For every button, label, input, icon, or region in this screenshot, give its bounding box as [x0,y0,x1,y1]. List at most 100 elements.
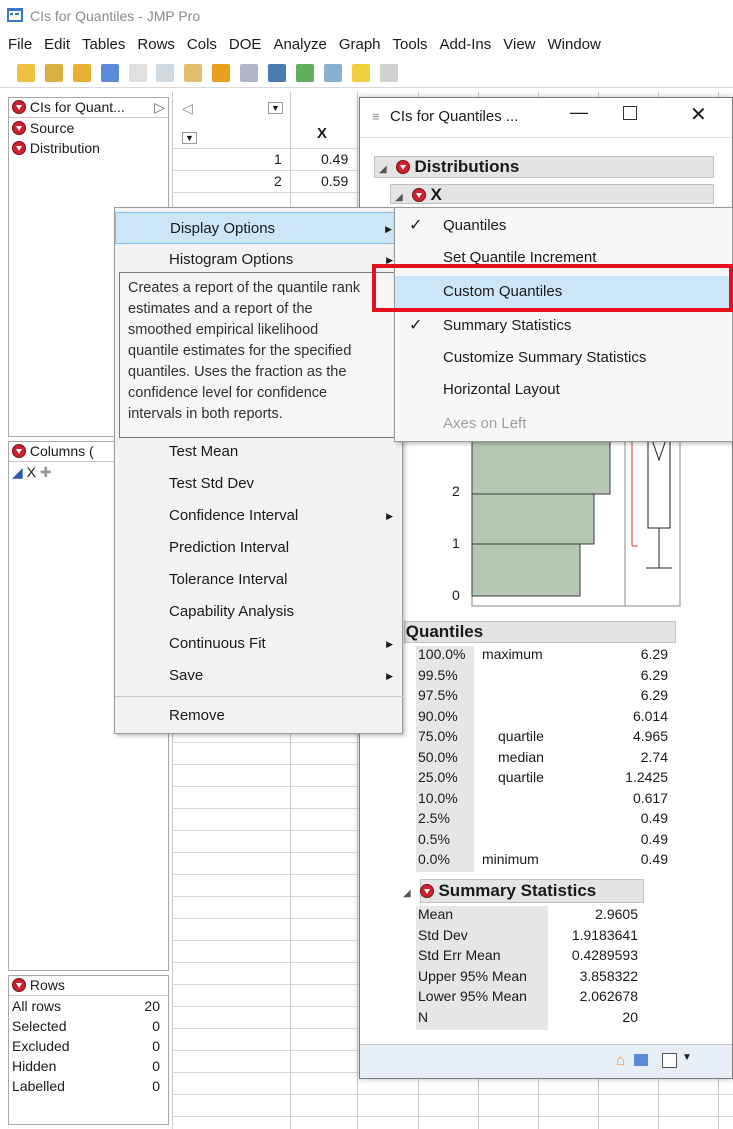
disclosure-icon[interactable]: ◢ [395,188,407,203]
histogram-plot [471,428,681,607]
collapse-arrow-icon[interactable]: ▷ [154,99,165,116]
home-icon[interactable]: ⌂ [616,1052,625,1069]
window-title: CIs for Quantiles - JMP Pro [30,8,201,24]
menu-item-capability-analysis[interactable]: Capability Analysis [115,596,403,628]
menu-analyze[interactable]: Analyze [273,36,326,53]
rows-summary-row[interactable]: Selected 0 [9,1016,168,1036]
rows-summary-row[interactable]: Hidden 0 [9,1056,168,1076]
script-item-distribution[interactable]: Distribution [9,138,168,158]
fit-y-by-x-icon[interactable] [323,64,342,82]
submenu-item-quantiles[interactable]: ✓ Quantiles [395,210,732,242]
menu-item-label: Confidence Interval [169,507,299,524]
rows-summary-row[interactable]: Excluded 0 [9,1036,168,1056]
menu-edit[interactable]: Edit [44,36,70,53]
summary-stat-label: Lower 95% Mean [418,988,527,1004]
submenu-item-summary-statistics[interactable]: ✓ Summary Statistics [395,310,732,342]
menu-add-ins[interactable]: Add-Ins [440,36,492,53]
red-triangle-icon[interactable] [12,100,26,114]
rows-panel-header[interactable]: Rows [9,976,168,996]
red-triangle-icon[interactable] [12,978,26,992]
menu-graph[interactable]: Graph [339,36,381,53]
red-triangle-icon[interactable] [395,160,410,174]
summary-stats-header[interactable]: ◢ Summary Statistics [403,879,644,903]
menu-file[interactable]: File [8,36,32,53]
distributions-header[interactable]: ◢ Distributions [374,156,714,178]
tooltip-line: confidence level for confidence [128,385,328,401]
menu-doe[interactable]: DOE [229,36,262,53]
row-selector-icon[interactable]: ▼ [182,132,197,144]
red-triangle-icon[interactable] [12,444,26,458]
copy-icon[interactable] [156,64,175,82]
new-data-table-icon[interactable] [17,64,35,82]
menu-item-save[interactable]: Save ▶ [115,660,403,692]
data-table-link-icon[interactable] [634,1054,648,1066]
column-label: X [26,464,37,480]
rows-summary-value: 0 [152,1018,160,1034]
menu-tables[interactable]: Tables [82,36,125,53]
table-panel-header[interactable]: CIs for Quant... ▷ [9,98,168,118]
save-icon[interactable] [100,64,119,82]
red-triangle-icon[interactable] [12,141,26,155]
column-selector-icon[interactable]: ▼ [268,102,283,114]
menu-item-test-mean[interactable]: Test Mean [115,436,403,468]
menu-item-continuous-fit[interactable]: Continuous Fit ▶ [115,628,403,660]
menu-item-label: Continuous Fit [169,635,266,652]
calculator-icon[interactable] [240,64,259,82]
data-table-icon[interactable] [212,64,231,82]
minimize-button[interactable]: — [570,102,588,123]
rows-summary-row[interactable]: Labelled 0 [9,1076,168,1096]
paste-icon[interactable] [184,64,203,82]
menu-item-confidence-interval[interactable]: Confidence Interval ▶ [115,500,403,532]
menu-item-label: Remove [169,707,225,724]
dropdown-arrow-icon[interactable]: ▼ [682,1052,692,1063]
red-triangle-icon[interactable] [419,884,434,898]
close-button[interactable]: ✕ [690,102,707,127]
menu-item-label: Save [169,667,204,684]
fit-model-icon[interactable] [351,64,370,82]
menu-item-display-options[interactable]: Display Options ▶ [115,212,403,244]
menu-cols[interactable]: Cols [187,36,217,53]
rows-summary-value: 0 [152,1038,160,1054]
submenu-item-customize-summary-statistics[interactable]: Customize Summary Statistics [395,342,732,374]
column-header-x[interactable]: X [317,125,327,142]
menu-item-remove[interactable]: Remove [115,700,403,732]
graph-builder-icon[interactable] [379,64,398,82]
new-script-icon[interactable] [44,64,63,82]
submenu-item-horizontal-layout[interactable]: Horizontal Layout [395,374,732,406]
menu-tools[interactable]: Tools [393,36,428,53]
menu-item-prediction-interval[interactable]: Prediction Interval [115,532,403,564]
quantile-label: quartile [498,769,544,785]
menu-rows[interactable]: Rows [137,36,175,53]
quantiles-header[interactable]: ◢ Quantiles [389,621,676,643]
quantile-percent: 0.5% [418,830,450,847]
quantile-percent: 0.0% [418,851,450,867]
tooltip-line: Creates a report of the quantile rank [128,280,361,296]
cell-x[interactable]: 0.49 [321,151,348,167]
menu-window[interactable]: Window [548,36,601,53]
row-number: 2 [274,173,282,189]
quantile-value: 1.2425 [625,769,668,785]
rows-summary-row[interactable]: All rows 20 [9,996,168,1016]
menu-item-test-std-dev[interactable]: Test Std Dev [115,468,403,500]
distribution-icon[interactable] [295,64,314,82]
script-item-source[interactable]: Source [9,118,168,138]
disclosure-icon[interactable]: ◢ [379,160,391,180]
cut-icon[interactable] [128,64,147,82]
open-folder-icon[interactable] [72,64,91,82]
menu-view[interactable]: View [503,36,535,53]
grid-icon[interactable] [268,64,287,82]
maximize-button[interactable] [623,106,637,120]
quantile-value: 4.965 [632,728,668,744]
report-icon: ≡ [372,109,380,124]
quantile-value: 6.014 [632,707,668,724]
red-triangle-icon[interactable] [411,188,426,202]
red-triangle-icon[interactable] [12,121,26,135]
disclosure-icon[interactable]: ◢ [403,883,415,905]
menu-item-tolerance-interval[interactable]: Tolerance Interval [115,564,403,596]
variable-header[interactable]: ◢ X [390,184,714,204]
quantiles-title: Quantiles [405,622,484,641]
cell-x[interactable]: 0.59 [321,173,348,189]
variable-title: X [430,185,442,204]
quantile-row: 100.0% maximum 6.29 [416,646,676,666]
layout-icon[interactable] [662,1053,677,1068]
